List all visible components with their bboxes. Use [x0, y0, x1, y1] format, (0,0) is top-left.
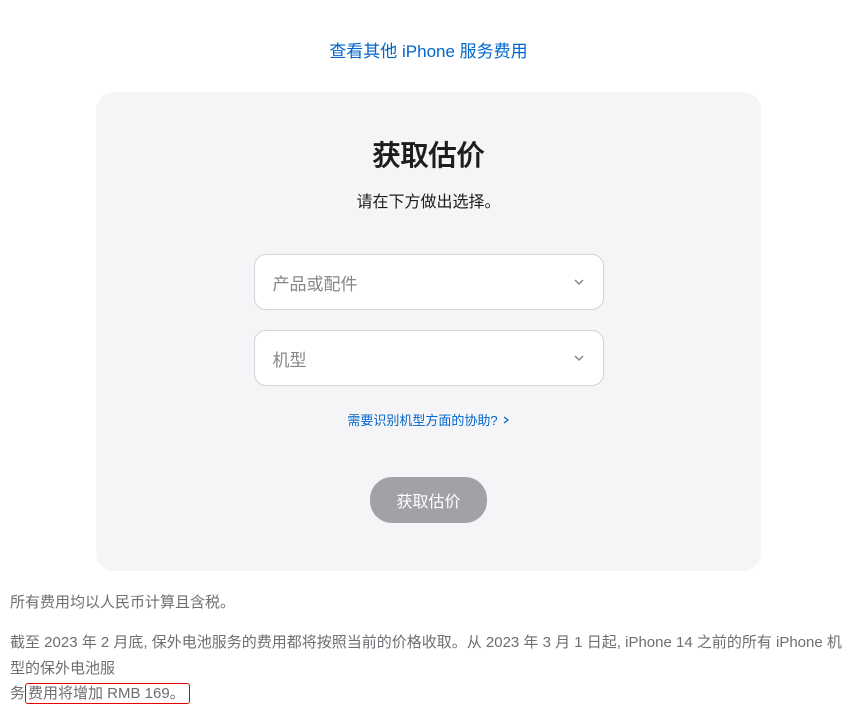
select-model-wrapper: 机型	[254, 330, 604, 386]
other-services-link[interactable]: 查看其他 iPhone 服务费用	[329, 42, 527, 61]
top-link-container: 查看其他 iPhone 服务费用	[0, 0, 857, 92]
footer: 所有费用均以人民币计算且含税。 截至 2023 年 2 月底, 保外电池服务的费…	[0, 571, 857, 707]
footer-price-note: 截至 2023 年 2 月底, 保外电池服务的费用都将按照当前的价格收取。从 2…	[10, 630, 847, 707]
footer-text-part2: 务	[10, 685, 25, 702]
select-product[interactable]: 产品或配件	[254, 254, 604, 310]
select-model[interactable]: 机型	[254, 330, 604, 386]
chevron-right-icon	[502, 416, 510, 424]
help-identify-link[interactable]: 需要识别机型方面的协助?	[347, 410, 509, 429]
select-model-placeholder: 机型	[273, 346, 307, 371]
footer-tax-note: 所有费用均以人民币计算且含税。	[10, 591, 847, 612]
get-estimate-button[interactable]: 获取估价	[370, 477, 486, 523]
select-product-wrapper: 产品或配件	[254, 254, 604, 310]
footer-text-part1: 截至 2023 年 2 月底, 保外电池服务的费用都将按照当前的价格收取。从 2…	[10, 634, 842, 677]
help-link-label: 需要识别机型方面的协助?	[347, 410, 497, 429]
card-title: 获取估价	[136, 134, 721, 174]
card-subtitle: 请在下方做出选择。	[136, 188, 721, 212]
chevron-down-icon	[573, 352, 585, 364]
submit-row: 获取估价	[136, 477, 721, 523]
footer-highlight: 费用将增加 RMB 169。	[25, 683, 190, 704]
chevron-down-icon	[573, 276, 585, 288]
estimate-card: 获取估价 请在下方做出选择。 产品或配件 机型 需要识别机型方面的协助? 获取估…	[96, 92, 761, 571]
select-product-placeholder: 产品或配件	[273, 270, 358, 295]
